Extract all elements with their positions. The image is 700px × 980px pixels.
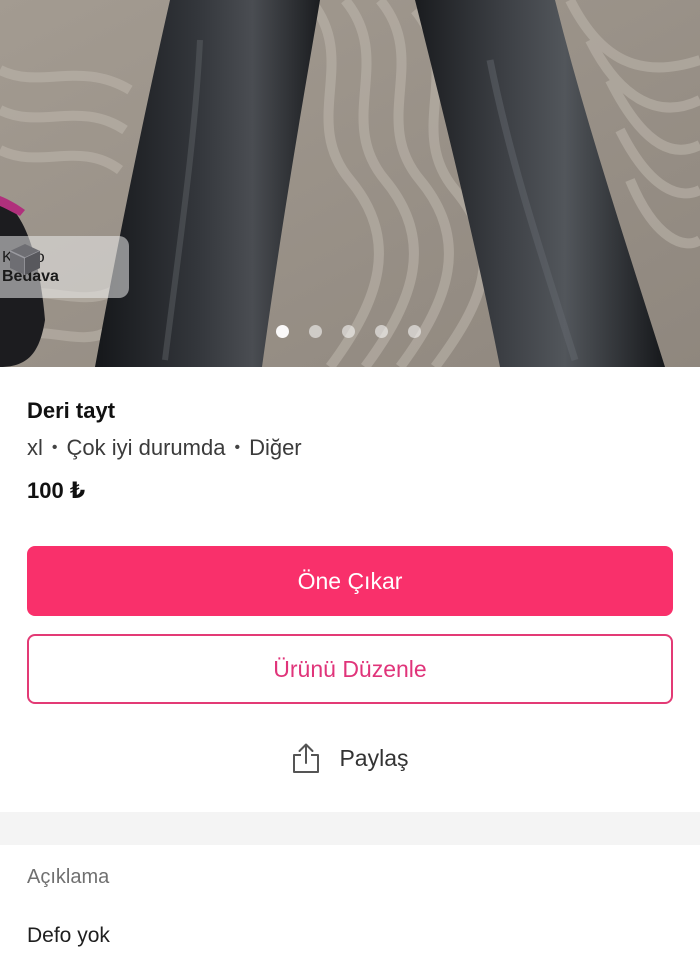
carousel-dot[interactable]	[309, 325, 322, 338]
edit-product-button-label: Ürünü Düzenle	[273, 655, 427, 682]
carousel-dot[interactable]	[342, 325, 355, 338]
description-heading: Açıklama	[27, 866, 110, 888]
edit-product-button[interactable]: Ürünü Düzenle	[27, 634, 673, 704]
product-title: Deri tayt	[27, 398, 116, 423]
product-size: xl	[27, 435, 43, 460]
product-photo[interactable]: Kargo Bedava	[0, 0, 700, 367]
free-shipping-badge: Kargo Bedava	[0, 236, 129, 298]
share-button[interactable]: Paylaş	[0, 736, 700, 780]
description-text: Defo yok	[27, 924, 110, 947]
product-brand: Diğer	[249, 435, 302, 460]
product-attributes: xl • Çok iyi durumda • Diğer	[27, 434, 673, 462]
carousel-indicator	[276, 325, 421, 338]
section-divider	[0, 812, 700, 845]
leather-pants-photo	[0, 0, 700, 367]
share-icon	[293, 743, 320, 773]
carousel-dot[interactable]	[375, 325, 388, 338]
share-label: Paylaş	[339, 744, 409, 771]
box-icon	[9, 244, 41, 275]
highlight-button[interactable]: Öne Çıkar	[27, 546, 673, 616]
product-price: 100 ₺	[27, 478, 86, 503]
product-condition: Çok iyi durumda	[66, 435, 226, 460]
highlight-button-label: Öne Çıkar	[297, 567, 403, 594]
product-info: Deri tayt xl • Çok iyi durumda • Diğer 1…	[27, 396, 673, 506]
carousel-dot[interactable]	[276, 325, 289, 338]
attribute-separator: •	[234, 439, 241, 456]
attribute-separator: •	[51, 439, 58, 456]
carousel-dot[interactable]	[408, 325, 421, 338]
